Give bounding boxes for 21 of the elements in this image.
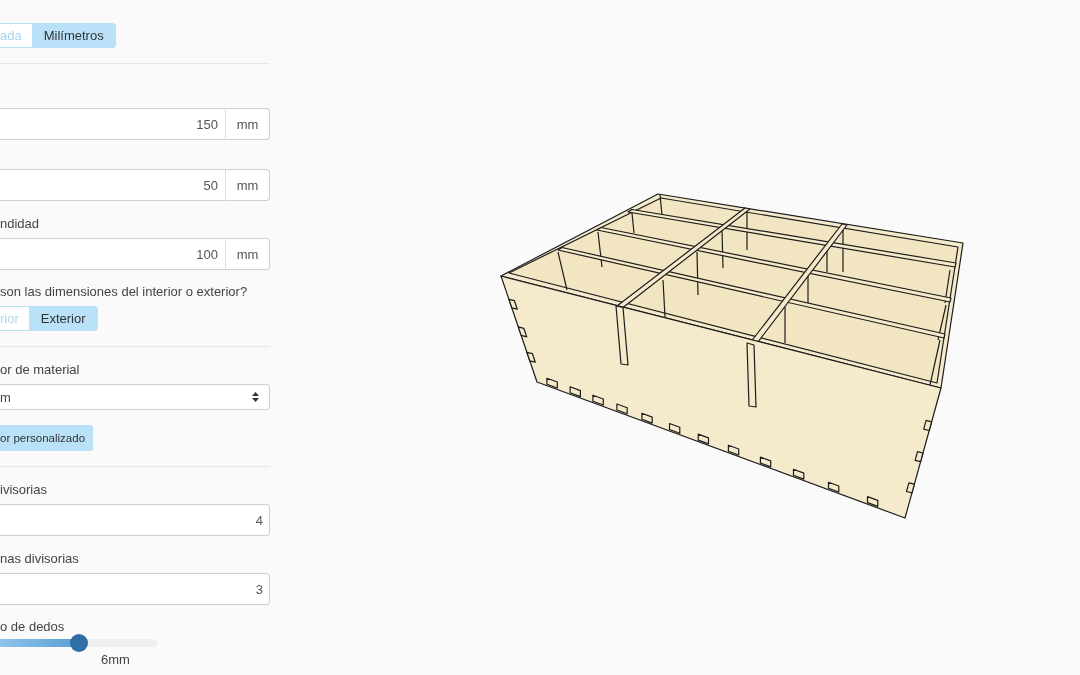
number-input[interactable]: 50 <box>0 169 226 201</box>
unit-label: mm <box>225 238 270 270</box>
segment-button[interactable]: Milímetros <box>32 23 116 48</box>
unit-label: mm <box>225 169 270 201</box>
material-select[interactable]: m <box>0 384 270 410</box>
number-input[interactable]: 3 <box>0 573 270 605</box>
slider-value: 6mm <box>101 652 130 668</box>
number-input[interactable]: 150 <box>0 108 226 140</box>
unit-label: mm <box>225 108 270 140</box>
field-label: ivisorias <box>0 482 48 498</box>
field-label: ndidad <box>0 216 41 232</box>
field-label: or de material <box>0 362 81 378</box>
updown-caret-icon <box>252 392 259 402</box>
field-label: nas divisorias <box>0 551 80 567</box>
custom-thickness-button[interactable]: or personalizado <box>0 425 94 451</box>
segment-button[interactable]: Exterior <box>29 306 98 331</box>
slider-label: o de dedos <box>0 619 66 635</box>
number-input[interactable]: 4 <box>0 504 270 536</box>
number-input[interactable]: 100 <box>0 238 226 270</box>
slider-thumb[interactable] <box>69 634 88 652</box>
question-label: son las dimensiones del interior o exterior? <box>0 284 249 300</box>
